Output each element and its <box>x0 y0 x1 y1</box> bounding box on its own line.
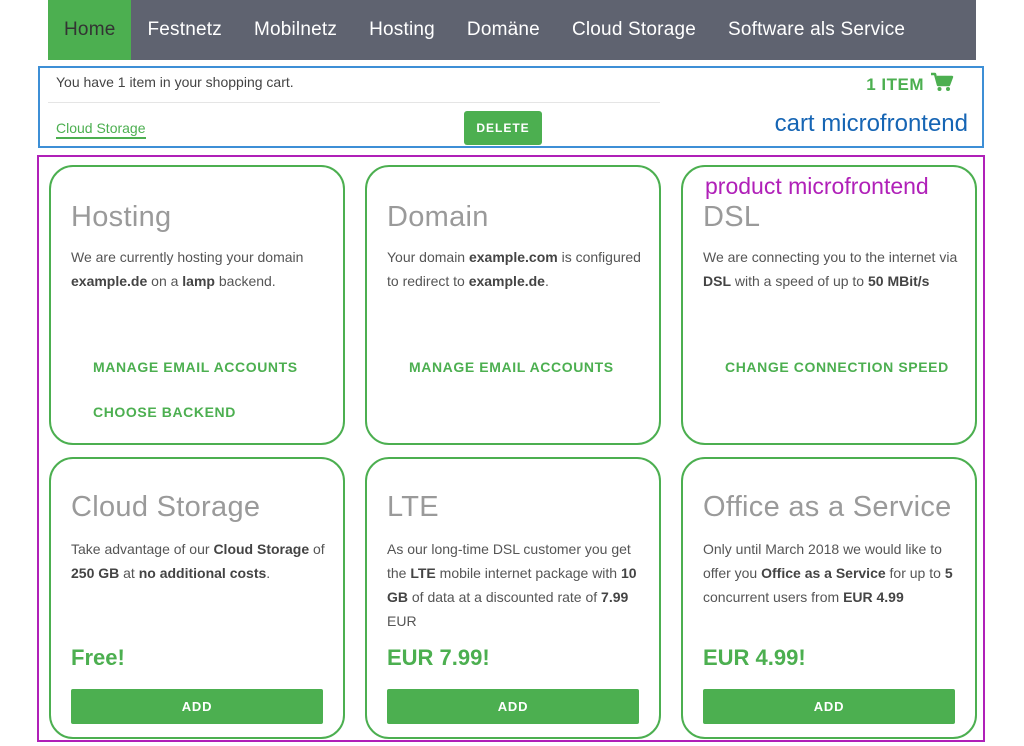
product-microfrontend: Hosting We are currently hosting your do… <box>37 155 985 742</box>
card-description: Take advantage of our Cloud Storage of 2… <box>71 541 325 581</box>
manage-email-accounts-link[interactable]: MANAGE EMAIL ACCOUNTS <box>93 359 298 375</box>
cart-count-button[interactable]: 1 ITEM <box>866 72 954 97</box>
product-card-dsl: DSL We are connecting you to the interne… <box>681 165 977 445</box>
card-title: Cloud Storage <box>71 491 261 523</box>
choose-backend-link[interactable]: CHOOSE BACKEND <box>93 404 236 420</box>
nav-item-domaene[interactable]: Domäne <box>451 0 556 60</box>
cart-summary: You have 1 item in your shopping cart. <box>56 74 294 90</box>
cart-item-link[interactable]: Cloud Storage <box>56 120 146 139</box>
delete-button[interactable]: DELETE <box>464 111 542 145</box>
card-description: We are connecting you to the internet vi… <box>703 249 958 289</box>
price-label: EUR 7.99! <box>387 645 490 670</box>
manage-email-accounts-link[interactable]: MANAGE EMAIL ACCOUNTS <box>409 359 614 375</box>
card-description: Your domain example.com is configured to… <box>387 249 641 289</box>
card-title: DSL <box>703 201 761 233</box>
cart-microfrontend: You have 1 item in your shopping cart. C… <box>38 66 984 148</box>
price-label: Free! <box>71 645 125 670</box>
add-button[interactable]: ADD <box>71 689 323 724</box>
nav-item-home[interactable]: Home <box>48 0 132 60</box>
shopping-cart-icon <box>930 72 954 97</box>
nav-item-hosting[interactable]: Hosting <box>353 0 451 60</box>
card-description: Only until March 2018 we would like to o… <box>703 541 953 605</box>
card-description: We are currently hosting your domain exa… <box>71 249 304 289</box>
nav-item-festnetz[interactable]: Festnetz <box>131 0 237 60</box>
nav-item-software-als-service[interactable]: Software als Service <box>712 0 921 60</box>
card-title: Domain <box>387 201 489 233</box>
cart-count-label: 1 ITEM <box>866 74 924 94</box>
product-card-lte: LTE As our long-time DSL customer you ge… <box>365 457 661 739</box>
add-button[interactable]: ADD <box>703 689 955 724</box>
add-button[interactable]: ADD <box>387 689 639 724</box>
card-title: LTE <box>387 491 439 523</box>
card-title: Hosting <box>71 201 172 233</box>
product-annotation: product microfrontend <box>705 173 929 199</box>
cart-divider <box>48 102 660 103</box>
product-card-office: Office as a Service Only until March 201… <box>681 457 977 739</box>
nav-item-cloud-storage[interactable]: Cloud Storage <box>556 0 712 60</box>
product-card-cloud-storage: Cloud Storage Take advantage of our Clou… <box>49 457 345 739</box>
nav-item-mobilnetz[interactable]: Mobilnetz <box>238 0 353 60</box>
card-title: Office as a Service <box>703 491 952 523</box>
cart-annotation: cart microfrontend <box>774 110 968 137</box>
main-navigation: Home Festnetz Mobilnetz Hosting Domäne C… <box>48 0 976 60</box>
card-description: As our long-time DSL customer you get th… <box>387 541 637 629</box>
change-connection-speed-link[interactable]: CHANGE CONNECTION SPEED <box>725 359 949 375</box>
product-card-hosting: Hosting We are currently hosting your do… <box>49 165 345 445</box>
product-card-domain: Domain Your domain example.com is config… <box>365 165 661 445</box>
price-label: EUR 4.99! <box>703 645 806 670</box>
